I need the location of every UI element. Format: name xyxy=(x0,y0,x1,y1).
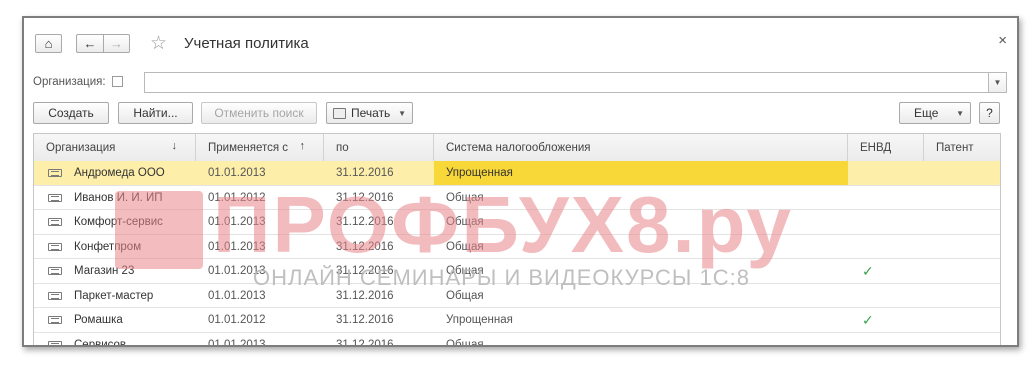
arrow-right-icon: → xyxy=(110,36,123,51)
column-title: Система налогообложения xyxy=(446,141,591,154)
close-icon[interactable]: × xyxy=(998,32,1007,49)
check-icon: ✓ xyxy=(862,262,874,279)
record-icon xyxy=(48,340,62,345)
cell-from: 01.01.2013 xyxy=(208,167,266,179)
record-icon xyxy=(48,169,62,177)
cell-tax-system: Общая xyxy=(446,240,484,253)
home-button[interactable]: ⌂ xyxy=(35,34,62,53)
cell-organization: Ромашка xyxy=(74,314,123,326)
table-row[interactable]: Ромашка 01.01.2012 31.12.2016 Упрощенная… xyxy=(34,308,1000,333)
cell-to: 31.12.2016 xyxy=(336,216,394,228)
column-title: ЕНВД xyxy=(860,141,892,154)
column-title: Организация xyxy=(46,141,116,154)
cell-to: 31.12.2016 xyxy=(336,240,394,253)
organization-filter-row: Организация: ▼ xyxy=(33,72,1008,94)
organization-dropdown-button[interactable]: ▼ xyxy=(988,72,1007,93)
organization-filter-checkbox[interactable] xyxy=(112,76,123,87)
cell-to: 31.12.2016 xyxy=(336,338,394,347)
cell-organization: Сервисов xyxy=(74,338,127,347)
print-button[interactable]: Печать ▼ xyxy=(326,102,413,124)
table-row[interactable]: Андромеда ООО 01.01.2013 31.12.2016 Упро… xyxy=(34,161,1000,186)
cell-from: 01.01.2013 xyxy=(208,240,266,253)
cell-from: 01.01.2013 xyxy=(208,265,266,277)
table-row[interactable]: Магазин 23 01.01.2013 31.12.2016 Общая ✓ xyxy=(34,259,1000,284)
favorite-star-icon[interactable]: ☆ xyxy=(150,32,167,55)
cell-from: 01.01.2013 xyxy=(208,338,266,347)
window-header: ⌂ ← → ☆ Учетная политика × xyxy=(24,18,1017,68)
cancel-search-button[interactable]: Отменить поиск xyxy=(201,102,317,124)
arrow-left-icon: ← xyxy=(83,36,97,51)
cell-organization: Иванов И. И. ИП xyxy=(74,191,163,204)
cell-tax-system: Общая xyxy=(446,289,484,302)
check-icon: ✓ xyxy=(862,311,874,328)
table-row[interactable]: Комфорт-сервис 01.01.2013 31.12.2016 Общ… xyxy=(34,210,1000,235)
cell-tax-system: Общая xyxy=(446,265,484,277)
chevron-down-icon: ▼ xyxy=(398,108,406,118)
organization-input[interactable] xyxy=(144,72,989,93)
organization-label: Организация: xyxy=(33,76,106,88)
sort-down-icon: ↓ xyxy=(171,140,178,152)
table-row[interactable]: Паркет-мастер 01.01.2013 31.12.2016 Обща… xyxy=(34,284,1000,308)
cell-to: 31.12.2016 xyxy=(336,314,394,326)
cell-organization: Паркет-мастер xyxy=(74,289,154,302)
cell-tax-system: Упрощенная xyxy=(446,314,513,326)
cell-to: 31.12.2016 xyxy=(336,265,394,277)
record-icon xyxy=(48,242,62,251)
chevron-down-icon: ▼ xyxy=(993,78,1002,87)
column-header-from[interactable]: Применяется с ↑ xyxy=(196,134,324,161)
cell-to: 31.12.2016 xyxy=(336,167,394,179)
table-header: Организация ↓ Применяется с ↑ по Система… xyxy=(34,134,1000,162)
print-label: Печать xyxy=(351,106,391,120)
more-button[interactable]: Еще ▼ xyxy=(899,102,971,124)
cell-tax-system: Упрощенная xyxy=(434,161,848,185)
chevron-down-icon: ▼ xyxy=(956,108,964,118)
cell-from: 01.01.2013 xyxy=(208,216,266,228)
column-header-patent[interactable]: Патент xyxy=(924,134,1000,161)
cell-organization: Андромеда ООО xyxy=(74,167,165,179)
table-row[interactable]: Сервисов 01.01.2013 31.12.2016 Общая xyxy=(34,333,1000,347)
home-icon: ⌂ xyxy=(44,36,53,51)
sort-up-icon: ↑ xyxy=(299,140,306,152)
cell-to: 31.12.2016 xyxy=(336,191,394,204)
back-button[interactable]: ← xyxy=(76,34,103,53)
column-title: по xyxy=(336,141,349,154)
cell-tax-system: Общая xyxy=(446,191,484,204)
column-header-envd[interactable]: ЕНВД xyxy=(848,134,924,161)
cell-organization: Конфетпром xyxy=(74,240,142,253)
column-header-organization[interactable]: Организация ↓ xyxy=(34,134,196,161)
help-button[interactable]: ? xyxy=(979,102,1000,124)
cell-tax-system: Общая xyxy=(446,216,484,228)
cell-from: 01.01.2012 xyxy=(208,191,266,204)
record-icon xyxy=(48,218,62,226)
record-icon xyxy=(48,193,62,202)
table-row[interactable]: Конфетпром 01.01.2013 31.12.2016 Общая xyxy=(34,235,1000,259)
window-title: Учетная политика xyxy=(184,35,309,52)
cell-organization: Комфорт-сервис xyxy=(74,216,163,228)
column-header-to[interactable]: по xyxy=(324,134,434,161)
cell-from: 01.01.2012 xyxy=(208,314,266,326)
find-button[interactable]: Найти... xyxy=(118,102,193,124)
column-header-tax-system[interactable]: Система налогообложения xyxy=(434,134,848,161)
cell-from: 01.01.2013 xyxy=(208,289,266,302)
printer-icon xyxy=(333,107,346,119)
create-button[interactable]: Создать xyxy=(33,102,109,124)
table-row[interactable]: Иванов И. И. ИП 01.01.2012 31.12.2016 Об… xyxy=(34,186,1000,210)
window: ⌂ ← → ☆ Учетная политика × Организация: … xyxy=(22,16,1019,347)
cell-to: 31.12.2016 xyxy=(336,289,394,302)
more-label: Еще xyxy=(914,106,939,120)
record-icon xyxy=(48,291,62,300)
policy-table: Организация ↓ Применяется с ↑ по Система… xyxy=(33,133,1001,347)
record-icon xyxy=(48,267,62,275)
forward-button[interactable]: → xyxy=(103,34,130,53)
column-title: Применяется с xyxy=(208,141,289,154)
cell-tax-system: Общая xyxy=(446,338,484,347)
column-title: Патент xyxy=(936,141,974,154)
cell-organization: Магазин 23 xyxy=(74,265,135,277)
record-icon xyxy=(48,316,62,324)
